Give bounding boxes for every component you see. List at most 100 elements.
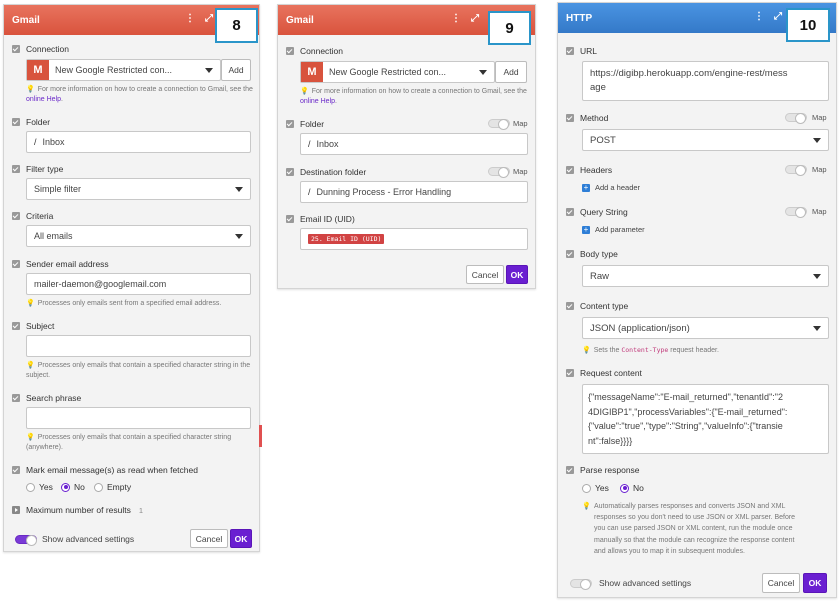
connection-label: Connection	[26, 44, 70, 54]
ok-button[interactable]: OK	[230, 529, 252, 548]
subject-label: Subject	[26, 321, 55, 331]
online-help-link[interactable]: online Help	[26, 96, 61, 103]
checkbox-icon[interactable]	[12, 45, 20, 53]
folder-slash-icon: /	[308, 139, 311, 149]
checkbox-icon[interactable]	[286, 120, 294, 128]
checkbox-icon[interactable]	[566, 114, 574, 122]
panel-title: Gmail	[12, 14, 40, 26]
cancel-button[interactable]: Cancel	[762, 573, 800, 593]
search-phrase-label: Search phrase	[26, 393, 82, 403]
filter-type-label: Filter type	[26, 164, 64, 174]
expand-icon[interactable]: ⤢	[205, 13, 213, 24]
panel-title: HTTP	[566, 12, 593, 24]
expand-icon[interactable]: ⤢	[774, 11, 782, 22]
request-content-label: Request content	[580, 368, 642, 378]
search-phrase-input[interactable]	[26, 407, 251, 429]
http-module-panel-10: HTTP ⋮ ⤢ 10 URL https://digibp.herokuapp.…	[557, 2, 837, 598]
checkbox-icon[interactable]	[566, 369, 574, 377]
subject-hint: 💡 Processes only emails that contain a sp…	[26, 362, 251, 379]
folder-input[interactable]: / Inbox	[300, 133, 528, 155]
radio-empty[interactable]: Empty	[94, 482, 131, 492]
radio-yes[interactable]: Yes	[26, 482, 53, 492]
ok-button[interactable]: OK	[506, 265, 528, 284]
advanced-settings-toggle[interactable]	[570, 579, 592, 590]
query-map-toggle[interactable]	[785, 207, 807, 218]
sender-input[interactable]: mailer-daemon@googlemail.com	[26, 273, 251, 295]
mapped-variable-tag[interactable]: 25. Email ID (UID)	[308, 234, 385, 244]
url-input[interactable]: https://digibp.herokuapp.com/engine-rest…	[582, 61, 829, 101]
add-header-button[interactable]: + Add a header	[582, 183, 640, 192]
connection-value: New Google Restricted con...	[329, 67, 447, 77]
radio-icon	[582, 483, 591, 493]
advanced-settings-label: Show advanced settings	[42, 534, 135, 544]
checkbox-icon[interactable]	[566, 466, 574, 474]
filter-type-select[interactable]: Simple filter	[26, 178, 251, 200]
checkbox-icon[interactable]	[12, 466, 20, 474]
method-select[interactable]: POST	[582, 129, 829, 151]
map-label: Map	[513, 119, 528, 128]
headers-map-toggle[interactable]	[785, 165, 807, 176]
checkbox-icon[interactable]	[286, 215, 294, 223]
checkbox-icon[interactable]	[566, 208, 574, 216]
add-connection-button[interactable]: Add	[221, 59, 251, 81]
map-label: Map	[812, 207, 827, 216]
cancel-button[interactable]: Cancel	[466, 265, 504, 284]
cancel-button[interactable]: Cancel	[190, 529, 228, 548]
connection-select[interactable]: M New Google Restricted con...	[26, 59, 221, 81]
checkbox-icon[interactable]	[566, 166, 574, 174]
folder-input[interactable]: / Inbox	[26, 131, 251, 153]
method-label: Method	[580, 113, 609, 123]
checkbox-icon[interactable]	[566, 302, 574, 310]
folder-map-toggle[interactable]	[488, 119, 510, 130]
destination-map-toggle[interactable]	[488, 167, 510, 178]
criteria-select[interactable]: All emails	[26, 225, 251, 247]
radio-no[interactable]: No	[620, 483, 644, 493]
radio-no[interactable]: No	[61, 482, 85, 492]
connection-label: Connection	[300, 46, 344, 56]
connection-select[interactable]: M New Google Restricted con...	[300, 61, 495, 83]
step-badge: 8	[215, 8, 258, 43]
mark-read-label: Mark email message(s) as read when fetch…	[26, 465, 198, 475]
radio-yes[interactable]: Yes	[582, 483, 609, 493]
online-help-link[interactable]: online Help	[300, 98, 335, 105]
radio-icon	[94, 482, 103, 492]
add-parameter-button[interactable]: + Add parameter	[582, 225, 645, 234]
gmail-icon: M	[301, 62, 323, 82]
body-type-select[interactable]: Raw	[582, 265, 829, 287]
checkbox-icon[interactable]	[12, 212, 20, 220]
map-label: Map	[812, 165, 827, 174]
subject-input[interactable]	[26, 335, 251, 357]
method-map-toggle[interactable]	[785, 113, 807, 124]
add-connection-button[interactable]: Add	[495, 61, 527, 83]
lightbulb-icon: 💡	[26, 86, 35, 93]
sender-label: Sender email address	[26, 259, 109, 269]
content-type-select[interactable]: JSON (application/json)	[582, 317, 829, 339]
ok-button[interactable]: OK	[803, 573, 827, 593]
request-content-textarea[interactable]: {"messageName":"E-mail_returned","tenant…	[582, 384, 829, 454]
more-icon[interactable]: ⋮	[451, 13, 461, 24]
checkbox-icon[interactable]	[286, 168, 294, 176]
more-icon[interactable]: ⋮	[185, 13, 195, 24]
headers-label: Headers	[580, 165, 613, 175]
checkbox-icon[interactable]	[12, 165, 20, 173]
advanced-settings-toggle[interactable]	[15, 535, 37, 546]
expand-icon[interactable]: ⤢	[471, 13, 479, 24]
max-results-value: 1	[138, 505, 144, 515]
connection-field: Connection	[12, 43, 251, 55]
content-type-code: Content-Type	[621, 346, 669, 354]
checkbox-icon[interactable]	[12, 260, 20, 268]
checkbox-icon[interactable]	[12, 394, 20, 402]
criteria-label: Criteria	[26, 211, 54, 221]
content-type-hint: 💡 Sets the Content-Type request header.	[582, 346, 719, 354]
destination-folder-input[interactable]: / Dunning Process - Error Handling	[300, 181, 528, 203]
checkbox-icon[interactable]	[12, 118, 20, 126]
collapsed-checkbox-icon[interactable]	[12, 506, 20, 514]
query-string-label: Query String	[580, 207, 628, 217]
more-icon[interactable]: ⋮	[754, 11, 764, 22]
email-id-input[interactable]: 25. Email ID (UID)	[300, 228, 528, 250]
gmail-module-panel-8: Gmail ⋮ ⤢ 8 Connection M New Google Restr…	[3, 4, 260, 552]
checkbox-icon[interactable]	[566, 250, 574, 258]
checkbox-icon[interactable]	[566, 47, 574, 55]
checkbox-icon[interactable]	[286, 47, 294, 55]
checkbox-icon[interactable]	[12, 322, 20, 330]
